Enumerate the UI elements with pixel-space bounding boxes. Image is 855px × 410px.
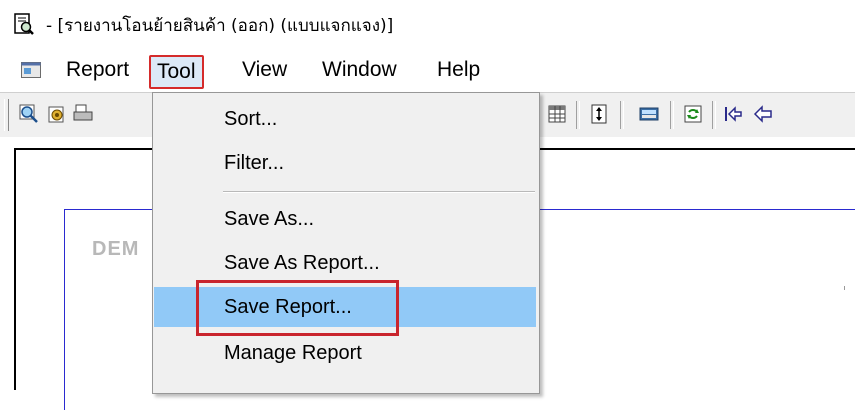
refresh-icon[interactable] (682, 103, 704, 125)
menu-item-save-report[interactable]: Save Report... (154, 287, 536, 327)
toolbar-separator (712, 101, 716, 129)
menu-item-filter[interactable]: Filter... (154, 143, 536, 183)
menu-separator (223, 191, 535, 193)
toolbar-separator (576, 101, 580, 129)
print-icon[interactable] (72, 103, 94, 125)
menu-item-label: Filter... (224, 152, 285, 174)
toolbar-separator (670, 101, 674, 129)
menu-view[interactable]: View (238, 58, 291, 82)
first-page-icon[interactable] (722, 103, 744, 125)
toolbar-grip[interactable] (4, 99, 9, 131)
menu-tool[interactable]: Tool (149, 55, 204, 89)
menu-bar: Report Tool View Window Help (0, 50, 855, 90)
report-preview-icon[interactable] (12, 12, 36, 36)
document-window-icon[interactable] (21, 62, 41, 78)
menu-item-sort[interactable]: Sort... (154, 99, 536, 139)
title-bar: - [รายงานโอนย้ายสินค้า (ออก) (แบบแจกแจง)… (0, 0, 855, 44)
menu-item-label: Save As Report... (224, 252, 380, 274)
menu-item-label: Manage Report (224, 342, 362, 364)
menu-item-manage-report[interactable]: Manage Report (154, 333, 536, 373)
prev-page-icon[interactable] (752, 103, 774, 125)
setup-icon[interactable] (46, 103, 68, 125)
toolbar-separator (620, 101, 624, 129)
zoom-icon[interactable] (18, 103, 40, 125)
display-icon[interactable] (638, 103, 660, 125)
page-marker (844, 286, 845, 290)
window-title: - [รายงานโอนย้ายสินค้า (ออก) (แบบแจกแจง)… (46, 16, 394, 36)
menu-item-label: Save Report... (224, 296, 352, 318)
menu-item-label: Sort... (224, 108, 278, 130)
demo-watermark: DEM (92, 238, 140, 260)
menu-report[interactable]: Report (62, 58, 133, 82)
menu-item-label: Save As... (224, 208, 315, 230)
grid-icon[interactable] (546, 103, 568, 125)
fit-height-icon[interactable] (588, 103, 610, 125)
menu-item-save-as-report[interactable]: Save As Report... (154, 243, 536, 283)
menu-window[interactable]: Window (318, 58, 401, 82)
menu-help[interactable]: Help (433, 58, 484, 82)
menu-item-save-as[interactable]: Save As... (154, 199, 536, 239)
tool-dropdown-menu: Sort... Filter... Save As... Save As Rep… (152, 92, 540, 394)
